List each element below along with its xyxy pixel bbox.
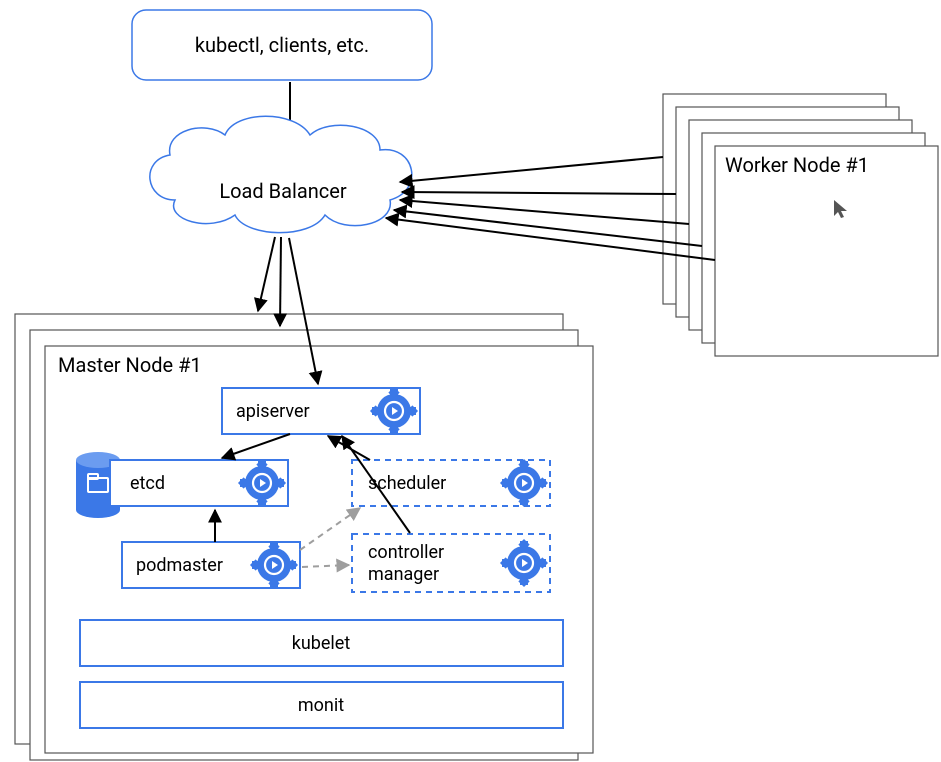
controller-manager-box: controller manager	[352, 534, 550, 592]
client-box-label: kubectl, clients, etc.	[195, 33, 369, 57]
podmaster-box: podmaster	[122, 541, 300, 589]
master-node-title: Master Node #1	[58, 353, 202, 377]
worker-node-stack: Worker Node #1	[663, 94, 938, 356]
worker-node-title: Worker Node #1	[725, 153, 869, 177]
controller-manager-label-2: manager	[368, 564, 439, 585]
monit-box: monit	[80, 682, 563, 728]
etcd-label: etcd	[130, 473, 165, 494]
kubelet-box: kubelet	[80, 620, 563, 666]
scheduler-box: scheduler	[352, 459, 550, 507]
monit-label: monit	[298, 695, 344, 716]
load-balancer-label: Load Balancer	[219, 179, 346, 203]
load-balancer-cloud: Load Balancer	[150, 116, 412, 232]
controller-manager-label-1: controller	[368, 542, 444, 563]
architecture-diagram: kubectl, clients, etc. Load Balancer Wor…	[0, 0, 941, 762]
etcd-box: etcd	[110, 459, 288, 507]
apiserver-label: apiserver	[236, 401, 310, 422]
apiserver-box: apiserver	[222, 387, 420, 435]
podmaster-label: podmaster	[136, 555, 223, 576]
kubelet-label: kubelet	[292, 633, 351, 654]
client-box: kubectl, clients, etc.	[132, 10, 432, 80]
